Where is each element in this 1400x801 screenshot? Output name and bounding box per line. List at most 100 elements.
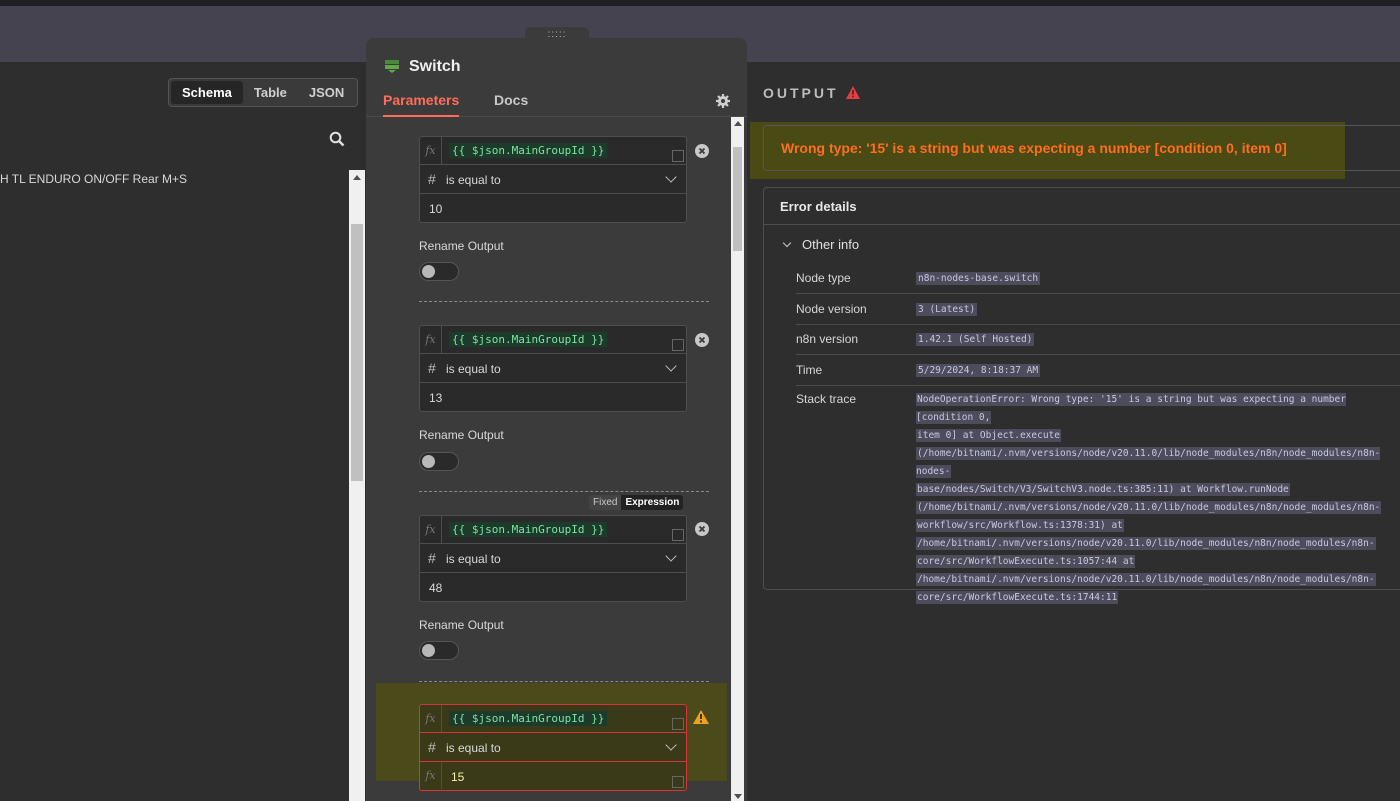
expression-field[interactable]: fx {{ $json.MainGroupId }} — [419, 515, 687, 544]
info-key: Node type — [796, 271, 851, 285]
view-mode-toggle: Schema Table JSON — [168, 78, 359, 107]
fx-icon: fx — [420, 137, 442, 164]
number-type-icon: # — [428, 550, 436, 566]
expression-text: {{ $json.MainGroupId }} — [449, 143, 608, 158]
stack-line: base/nodes/Switch/V3/SwitchV3.node.ts:38… — [916, 483, 1290, 496]
rename-output-label: Rename Output — [419, 239, 504, 253]
value-text: 13 — [429, 391, 443, 405]
error-details-panel: Error details Other info Node type n8n-n… — [763, 187, 1400, 604]
expression-text: {{ $json.MainGroupId }} — [449, 332, 608, 347]
expand-icon[interactable] — [672, 776, 684, 788]
stack-line: (/home/bitnami/.nvm/versions/node/v20.11… — [916, 447, 1381, 478]
schema-row-text: H TL ENDURO ON/OFF Rear M+S — [0, 172, 188, 186]
node-title: Switch — [409, 58, 461, 75]
output-label: OUTPUT — [763, 85, 839, 101]
fixed-option[interactable]: Fixed — [589, 495, 622, 510]
divider — [419, 491, 709, 492]
stack-line: NodeOperationError: Wrong type: '15' is … — [916, 393, 1346, 424]
input-panel: Schema Table JSON H TL ENDURO ON/OFF Rea… — [0, 62, 366, 801]
json-view-button[interactable]: JSON — [298, 81, 355, 104]
gear-icon[interactable] — [715, 93, 731, 109]
operator-label: is equal to — [446, 552, 501, 566]
scroll-down-icon[interactable] — [734, 794, 742, 799]
stack-line: workflow/src/Workflow.ts:1378:31) at — [916, 519, 1124, 532]
search-icon[interactable] — [329, 131, 345, 147]
expression-field[interactable]: fx {{ $json.MainGroupId }} — [419, 136, 687, 165]
value-input[interactable]: 48 — [419, 572, 687, 602]
chevron-down-icon — [665, 550, 677, 562]
fx-icon: fx — [420, 705, 442, 732]
value-input[interactable]: 13 — [419, 382, 687, 412]
fx-icon: fx — [420, 516, 442, 543]
stack-line: (/home/bitnami/.nvm/versions/node/v20.11… — [916, 501, 1382, 514]
switch-node-icon — [385, 60, 399, 73]
stack-line: item 0] at Object.execute — [916, 429, 1061, 442]
remove-condition-icon[interactable] — [695, 522, 709, 536]
value-input[interactable]: 10 — [419, 193, 687, 223]
chevron-down-icon — [665, 360, 677, 372]
operator-select[interactable]: # is equal to — [419, 353, 687, 383]
fixed-expression-toggle[interactable]: Fixed Expression — [589, 495, 684, 510]
schema-view-button[interactable]: Schema — [171, 81, 243, 104]
scroll-up-icon[interactable] — [734, 121, 742, 126]
number-type-icon: # — [428, 360, 436, 376]
stack-line: core/src/WorkflowExecute.ts:1057:44 at — [916, 555, 1136, 568]
number-type-icon: # — [428, 171, 436, 187]
switch-node-panel: Switch Parameters Docs fx {{ $json.MainG… — [366, 38, 747, 801]
expand-icon[interactable] — [672, 529, 684, 541]
rename-output-toggle[interactable] — [419, 262, 459, 281]
value-input[interactable]: fx 15 — [419, 761, 687, 791]
stack-line: /home/bitnami/.nvm/versions/node/v20.11.… — [916, 573, 1376, 586]
operator-label: is equal to — [446, 741, 501, 755]
other-info-label: Other info — [802, 237, 860, 252]
parameters-scrollbar[interactable] — [731, 117, 744, 801]
info-key-stack-trace: Stack trace — [796, 392, 857, 406]
rename-output-toggle[interactable] — [419, 641, 459, 660]
info-row-n8n-version: n8n version 1.42.1 (Self Hosted) — [796, 332, 1400, 355]
number-type-icon: # — [428, 739, 436, 755]
operator-select[interactable]: # is equal to — [419, 732, 687, 762]
expand-icon[interactable] — [672, 718, 684, 730]
info-row-node-version: Node version 3 (Latest) — [796, 302, 1400, 325]
error-details-title: Error details — [780, 199, 857, 214]
expand-icon[interactable] — [672, 150, 684, 162]
info-value: 5/29/2024, 8:18:37 AM — [916, 364, 1041, 377]
stack-line: core/src/WorkflowExecute.ts:1744:11 — [916, 591, 1119, 604]
rename-output-toggle[interactable] — [419, 452, 459, 471]
remove-condition-icon[interactable] — [695, 144, 709, 158]
remove-condition-icon[interactable] — [695, 333, 709, 347]
fx-icon: fx — [420, 762, 442, 789]
info-value: 3 (Latest) — [916, 303, 978, 316]
tab-docs[interactable]: Docs — [494, 92, 528, 115]
error-message: Wrong type: '15' is a string but was exp… — [781, 140, 1287, 156]
expand-icon[interactable] — [672, 339, 684, 351]
tab-parameters[interactable]: Parameters — [383, 92, 460, 117]
operator-select[interactable]: # is equal to — [419, 543, 687, 573]
info-key: Time — [796, 363, 823, 377]
expression-text: {{ $json.MainGroupId }} — [449, 522, 608, 537]
chevron-down-icon — [782, 238, 792, 248]
node-tabs: Parameters Docs — [366, 88, 747, 117]
stack-trace: NodeOperationError: Wrong type: '15' is … — [916, 391, 1400, 607]
scroll-up-icon[interactable] — [353, 175, 361, 180]
stack-line: /home/bitnami/.nvm/versions/node/v20.11.… — [916, 537, 1376, 550]
value-text: 10 — [429, 202, 443, 216]
info-row-time: Time 5/29/2024, 8:18:37 AM — [796, 363, 1400, 386]
value-text: 48 — [429, 581, 443, 595]
input-scrollbar[interactable] — [349, 170, 365, 801]
operator-label: is equal to — [446, 362, 501, 376]
rename-output-label: Rename Output — [419, 428, 504, 442]
chevron-down-icon — [665, 171, 677, 183]
expression-option[interactable]: Expression — [621, 495, 684, 510]
other-info-toggle[interactable]: Other info — [782, 237, 860, 252]
scroll-thumb[interactable] — [733, 147, 742, 251]
expression-field[interactable]: fx {{ $json.MainGroupId }} — [419, 325, 687, 354]
info-value: 1.42.1 (Self Hosted) — [916, 333, 1035, 346]
warning-icon — [693, 710, 709, 724]
value-text: 15 — [451, 770, 465, 784]
expression-field[interactable]: fx {{ $json.MainGroupId }} — [419, 704, 687, 733]
scroll-thumb[interactable] — [351, 224, 363, 481]
info-value: n8n-nodes-base.switch — [916, 272, 1041, 285]
table-view-button[interactable]: Table — [243, 81, 298, 104]
operator-select[interactable]: # is equal to — [419, 164, 687, 194]
